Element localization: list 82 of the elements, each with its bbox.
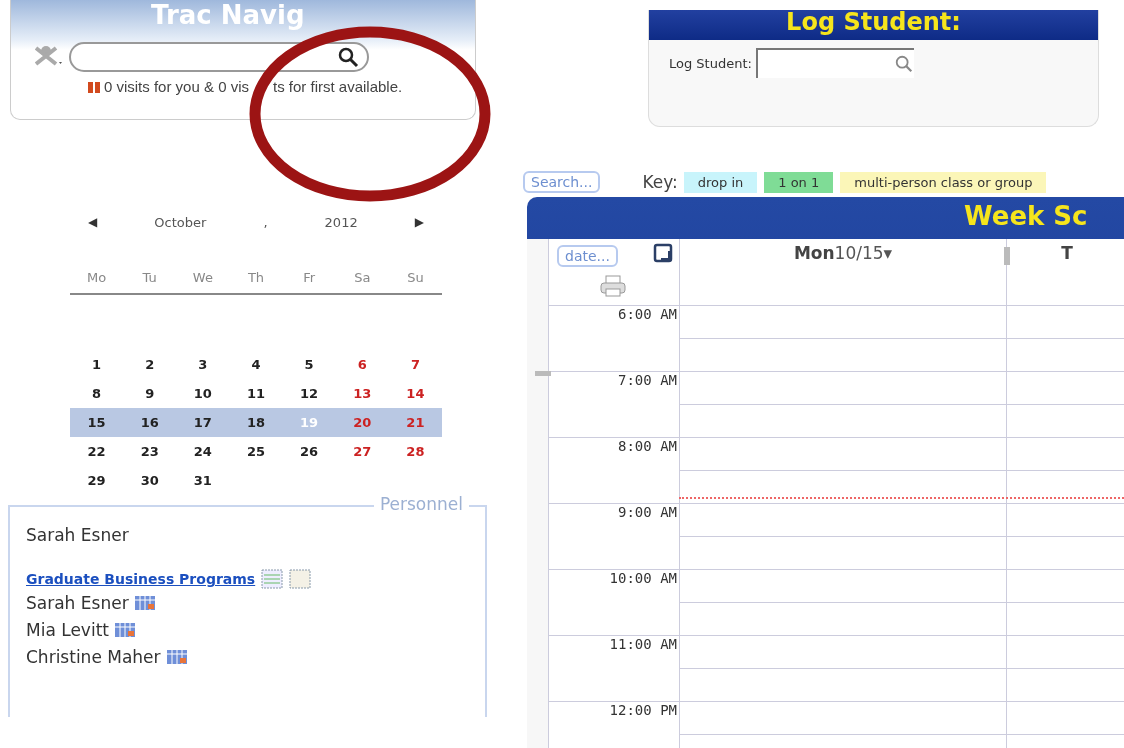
calendar-day[interactable]: 26	[282, 437, 336, 466]
calendar-day[interactable]: 7	[388, 350, 442, 379]
calendar-day[interactable]: 8	[70, 379, 124, 408]
calendar-day[interactable]: 29	[70, 466, 124, 495]
calendar-day[interactable]: 17	[176, 408, 230, 437]
calendar-day[interactable]: 16	[123, 408, 177, 437]
weekday-label: Sa	[353, 270, 372, 285]
time-label: 12:00 PM	[609, 702, 677, 718]
month-label[interactable]: October	[154, 215, 207, 230]
calendar-day[interactable]: 27	[335, 437, 389, 466]
previous-month-arrow[interactable]: ◀	[88, 215, 98, 230]
time-label: 11:00 AM	[609, 636, 677, 652]
visits-status: 0 visits for you & 0 vis	[103, 78, 249, 95]
visits-status: ts for first available.	[273, 78, 403, 95]
day-header[interactable]: T	[1061, 243, 1073, 263]
calendar-day[interactable]: 25	[229, 437, 283, 466]
weekday-label: Th	[246, 270, 266, 285]
panel-header: Week Sc	[964, 201, 1089, 231]
calendar-day[interactable]: 24	[176, 437, 230, 466]
weekday-label: We	[191, 270, 214, 285]
calendar-day[interactable]: 14	[388, 379, 442, 408]
calendar-day[interactable]: 30	[123, 466, 177, 495]
week-row[interactable]: 15 16 17 18 19 20 21	[70, 408, 442, 437]
schedule-icon[interactable]	[114, 622, 135, 637]
year-label[interactable]: 2012	[324, 215, 358, 230]
person-name: Christine Maher	[26, 646, 161, 667]
calendar-day[interactable]: 18	[229, 408, 283, 437]
time-label: 7:00 AM	[618, 372, 677, 388]
key-label: Key:	[642, 172, 678, 192]
week-row[interactable]: 1 2 3 4 5 6 7	[70, 350, 442, 379]
next-month-arrow[interactable]: ▶	[414, 215, 424, 230]
calendar-day[interactable]: 12	[282, 379, 336, 408]
calendar-day[interactable]: 2	[123, 350, 177, 379]
calendar-day[interactable]: 15	[70, 408, 124, 437]
scroll-marker	[535, 371, 551, 376]
printer-icon[interactable]	[599, 275, 627, 297]
calendar-day[interactable]: 5	[282, 350, 336, 379]
resize-handle[interactable]	[1004, 247, 1010, 265]
search-field[interactable]	[69, 42, 369, 72]
calendar-day[interactable]: 23	[123, 437, 177, 466]
legend-chip: multi-person class or group	[840, 171, 1047, 193]
calendar-day[interactable]: 13	[335, 379, 389, 408]
separator: ,	[263, 215, 268, 230]
weekday-label: Su	[406, 270, 425, 285]
panel-title: Trac Navig	[150, 0, 306, 32]
time-label: 8:00 AM	[618, 438, 677, 454]
weekday-label: Fr	[302, 270, 317, 285]
time-label: 9:00 AM	[618, 504, 677, 520]
week-row[interactable]: 29 30 31	[70, 466, 442, 495]
weekday-label: Tu	[141, 270, 158, 285]
schedule-icon[interactable]	[134, 595, 155, 610]
legend-chip: 1 on 1	[764, 171, 834, 193]
field-label: Log Student:	[669, 55, 752, 71]
calendar-day[interactable]: 4	[229, 350, 283, 379]
group-link[interactable]: Graduate Business Programs	[26, 571, 256, 587]
search-icon[interactable]	[337, 46, 359, 68]
list-icon[interactable]	[261, 569, 284, 589]
calendar-day[interactable]: 3	[176, 350, 230, 379]
weekday-label: Mo	[86, 270, 108, 285]
week-row[interactable]: 8 9 10 11 12 13 14	[70, 379, 442, 408]
calendar-day[interactable]: 1	[70, 350, 124, 379]
schedule-icon[interactable]	[166, 649, 187, 664]
calendar-icon[interactable]	[289, 569, 312, 589]
time-label: 6:00 AM	[618, 306, 677, 322]
calendar-day[interactable]: 28	[388, 437, 442, 466]
student-field[interactable]	[755, 48, 914, 78]
user-name: Sarah Esner	[26, 525, 130, 545]
calendar-day[interactable]: 10	[176, 379, 230, 408]
day-header[interactable]: Mon10/15▾	[793, 243, 893, 263]
calendar-day[interactable]: 22	[70, 437, 124, 466]
week-row[interactable]: 22 23 24 25 26 27 28	[70, 437, 442, 466]
person-name: Sarah Esner	[26, 592, 129, 613]
calendar-day[interactable]: 6	[335, 350, 389, 379]
calendar-day[interactable]: 9	[123, 379, 177, 408]
calendar-day[interactable]: 11	[229, 379, 283, 408]
legend-chip: drop in	[683, 171, 758, 193]
time-label: 10:00 AM	[609, 570, 677, 586]
calendar-day[interactable]: 31	[176, 466, 230, 495]
panel-header: Log Student:	[649, 10, 1098, 40]
bars-icon	[86, 80, 101, 93]
person-name: Mia Levitt	[26, 619, 109, 640]
square-icon[interactable]	[653, 243, 673, 263]
